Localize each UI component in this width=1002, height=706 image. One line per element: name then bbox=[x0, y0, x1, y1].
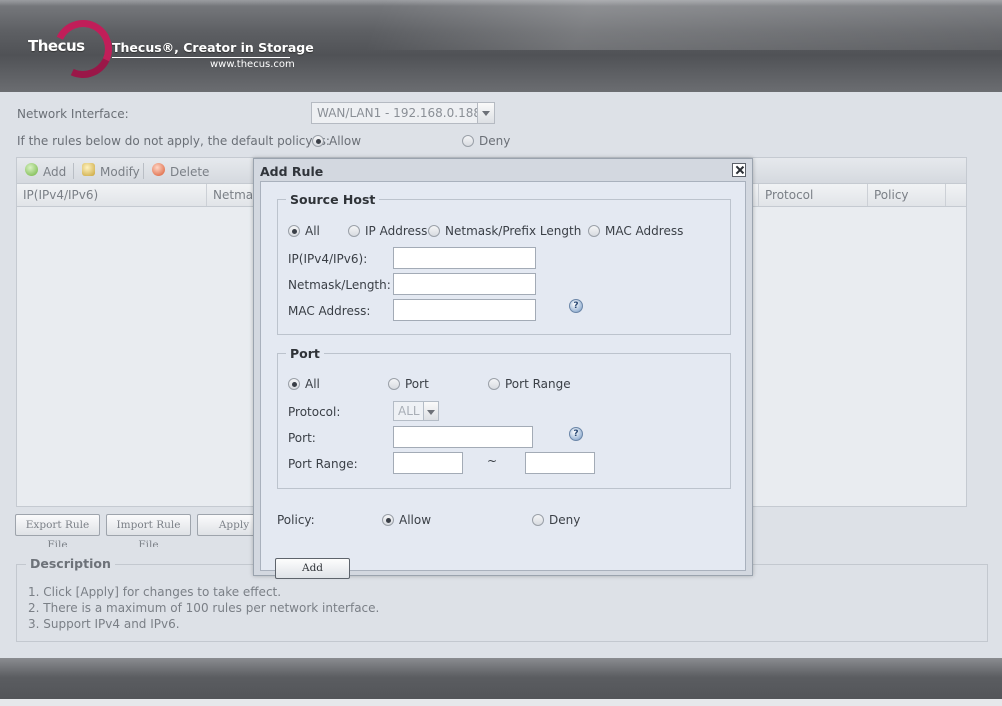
netmask-input[interactable] bbox=[393, 273, 536, 295]
help-icon[interactable]: ? bbox=[569, 427, 583, 441]
port-all-label: All bbox=[305, 377, 320, 391]
port-range-end-input[interactable] bbox=[525, 452, 595, 474]
source-netmask-label: Netmask/Prefix Length bbox=[445, 224, 582, 238]
ip-label: IP(IPv4/IPv6): bbox=[288, 252, 368, 266]
delete-rule-label: Delete bbox=[170, 165, 210, 179]
mac-input[interactable] bbox=[393, 299, 536, 321]
policy-allow-radio[interactable] bbox=[382, 514, 394, 526]
default-policy-allow-label: Allow bbox=[329, 134, 362, 148]
default-policy-label: If the rules below do not apply, the def… bbox=[17, 134, 330, 148]
policy-allow-label: Allow bbox=[399, 513, 432, 527]
add-rule-label: Add bbox=[43, 165, 67, 179]
source-host-title: Source Host bbox=[286, 192, 380, 207]
source-ip-address-label: IP Address bbox=[365, 224, 428, 238]
modify-rule-label: Modify bbox=[100, 165, 140, 179]
source-mac-address-label: MAC Address bbox=[605, 224, 684, 238]
plus-icon bbox=[25, 163, 38, 176]
network-interface-value: WAN/LAN1 - 192.168.0.188 bbox=[317, 106, 481, 120]
app-footer bbox=[0, 658, 1002, 706]
chevron-down-icon[interactable] bbox=[423, 402, 438, 420]
toolbar-separator bbox=[73, 163, 74, 179]
port-range-radio[interactable] bbox=[488, 378, 500, 390]
description-line: 2. There is a maximum of 100 rules per n… bbox=[28, 601, 380, 615]
port-all-radio[interactable] bbox=[288, 378, 300, 390]
network-interface-select[interactable]: WAN/LAN1 - 192.168.0.188 bbox=[311, 102, 495, 124]
tagline-underline bbox=[112, 57, 290, 58]
mac-label: MAC Address: bbox=[288, 304, 371, 318]
source-mac-address-radio[interactable] bbox=[588, 225, 600, 237]
close-icon[interactable] bbox=[732, 163, 746, 177]
add-rule-dialog: Add Rule Source Host All IP Address Netm… bbox=[253, 158, 753, 579]
protocol-value: ALL bbox=[398, 404, 420, 418]
column-ip[interactable]: IP(IPv4/IPv6) bbox=[17, 184, 207, 206]
policy-deny-radio[interactable] bbox=[532, 514, 544, 526]
port-range-option-label: Port Range bbox=[505, 377, 571, 391]
add-button[interactable]: Add bbox=[275, 558, 350, 579]
chevron-down-icon[interactable] bbox=[477, 103, 494, 123]
port-input[interactable] bbox=[393, 426, 533, 448]
netmask-label: Netmask/Length: bbox=[288, 278, 391, 292]
gear-icon bbox=[82, 163, 95, 176]
source-ip-address-radio[interactable] bbox=[348, 225, 360, 237]
port-single-radio[interactable] bbox=[388, 378, 400, 390]
ip-input[interactable] bbox=[393, 247, 536, 269]
toolbar-separator bbox=[143, 163, 144, 179]
source-all-radio[interactable] bbox=[288, 225, 300, 237]
port-fieldset: Port All Port Port Range Protocol: ALL P… bbox=[277, 346, 731, 489]
source-netmask-radio[interactable] bbox=[428, 225, 440, 237]
port-single-label: Port bbox=[405, 377, 429, 391]
thecus-logo: Thecus bbox=[28, 11, 121, 87]
network-interface-label: Network Interface: bbox=[17, 107, 129, 121]
port-label: Port: bbox=[288, 431, 316, 445]
port-range-start-input[interactable] bbox=[393, 452, 463, 474]
delete-icon bbox=[152, 163, 165, 176]
header-site-url: www.thecus.com bbox=[210, 59, 295, 70]
header-sheen bbox=[363, 0, 1002, 50]
protocol-select[interactable]: ALL bbox=[393, 401, 439, 421]
app-header: Thecus Thecus®, Creator in Storage www.t… bbox=[0, 0, 1002, 92]
column-protocol[interactable]: Protocol bbox=[759, 184, 868, 206]
description-title: Description bbox=[26, 556, 115, 571]
source-host-fieldset: Source Host All IP Address Netmask/Prefi… bbox=[277, 192, 731, 335]
port-range-separator: ~ bbox=[487, 454, 498, 468]
default-policy-deny-radio[interactable] bbox=[462, 135, 474, 147]
protocol-label: Protocol: bbox=[288, 405, 341, 419]
header-tagline: Thecus®, Creator in Storage bbox=[112, 40, 314, 55]
policy-label: Policy: bbox=[277, 513, 315, 527]
export-rule-file-button[interactable]: Export Rule File bbox=[15, 514, 100, 551]
help-icon[interactable]: ? bbox=[569, 299, 583, 313]
default-policy-allow-radio[interactable] bbox=[312, 135, 324, 147]
port-title: Port bbox=[286, 346, 324, 361]
policy-deny-label: Deny bbox=[549, 513, 581, 527]
import-rule-file-button[interactable]: Import Rule File bbox=[106, 514, 191, 551]
port-range-label: Port Range: bbox=[288, 457, 358, 471]
source-all-label: All bbox=[305, 224, 320, 238]
dialog-title: Add Rule bbox=[260, 164, 324, 179]
description-line: 3. Support IPv4 and IPv6. bbox=[28, 617, 180, 631]
default-policy-deny-label: Deny bbox=[479, 134, 511, 148]
description-line: 1. Click [Apply] for changes to take eff… bbox=[28, 585, 282, 599]
dialog-body: Source Host All IP Address Netmask/Prefi… bbox=[260, 181, 746, 579]
logo-text: Thecus bbox=[28, 37, 85, 55]
column-policy[interactable]: Policy bbox=[868, 184, 946, 206]
